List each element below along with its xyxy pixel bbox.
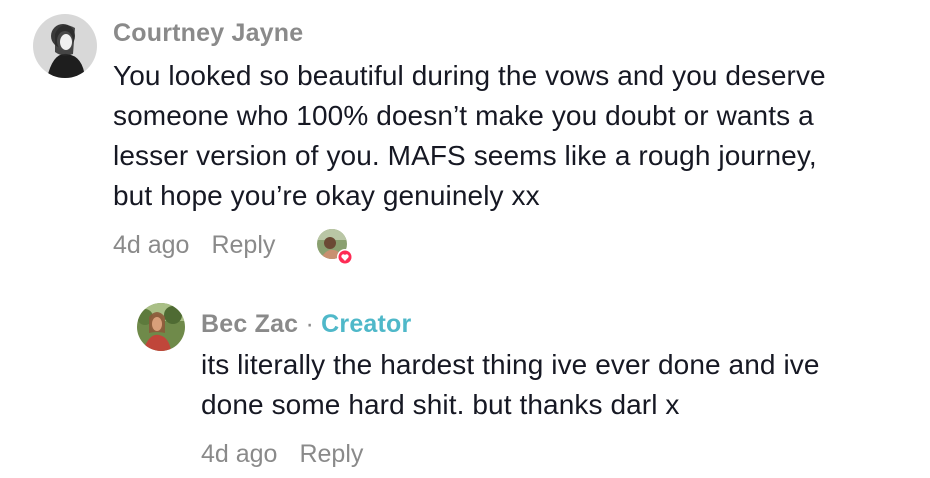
reply-username-text: Bec Zac: [201, 310, 299, 338]
reply-button[interactable]: Reply: [211, 231, 275, 260]
comment-text-line: someone who 100% doesn’t make you doubt …: [113, 100, 814, 131]
comment-text-line: You looked so beautiful during the vows …: [113, 60, 826, 91]
comment-text-line: but hope you’re okay genuinely xx: [113, 180, 540, 211]
avatar[interactable]: [137, 303, 185, 351]
avatar[interactable]: [33, 14, 97, 78]
reply-text-line: done some hard shit. but thanks darl x: [201, 389, 680, 420]
comment-text-line: lesser version of you. MAFS seems like a…: [113, 140, 817, 171]
reply-item: Bec Zac · Creator its literally the hard…: [0, 290, 930, 478]
comment-username[interactable]: Courtney Jayne: [113, 19, 303, 48]
reply-button[interactable]: Reply: [299, 440, 363, 469]
comment-item: Courtney Jayne You looked so beautiful d…: [0, 0, 930, 280]
creator-badge: Creator: [321, 310, 412, 338]
comment-meta: 4d ago Reply: [113, 231, 275, 260]
reply-text: its literally the hardest thing ive ever…: [201, 345, 921, 425]
separator-dot: ·: [305, 310, 314, 338]
reply-timestamp: 4d ago: [201, 440, 278, 468]
comment-text: You looked so beautiful during the vows …: [113, 56, 913, 216]
comment-timestamp: 4d ago: [113, 231, 190, 259]
reply-username[interactable]: Bec Zac · Creator: [201, 310, 411, 339]
reply-text-line: its literally the hardest thing ive ever…: [201, 349, 820, 380]
reply-meta: 4d ago Reply: [201, 440, 363, 469]
creator-liked-heart-icon: [316, 228, 356, 268]
